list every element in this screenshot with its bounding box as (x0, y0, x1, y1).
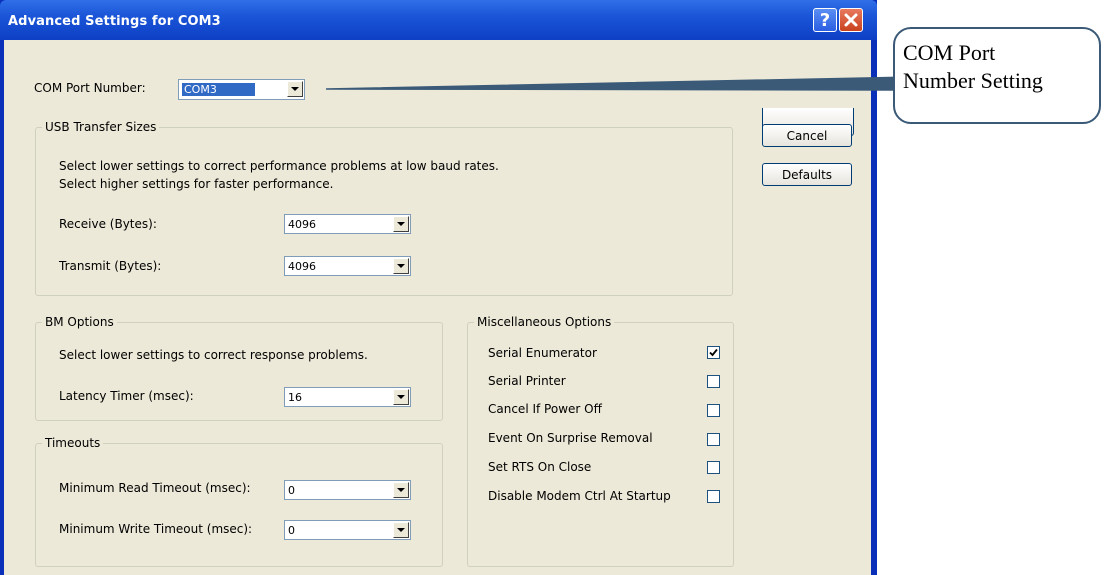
callout-line2: Number Setting (903, 68, 1043, 93)
annotation-callout: COM Port Number Setting (893, 27, 1101, 124)
callout-line1: COM Port (903, 40, 996, 65)
callout-text: COM Port Number Setting (903, 39, 1103, 95)
